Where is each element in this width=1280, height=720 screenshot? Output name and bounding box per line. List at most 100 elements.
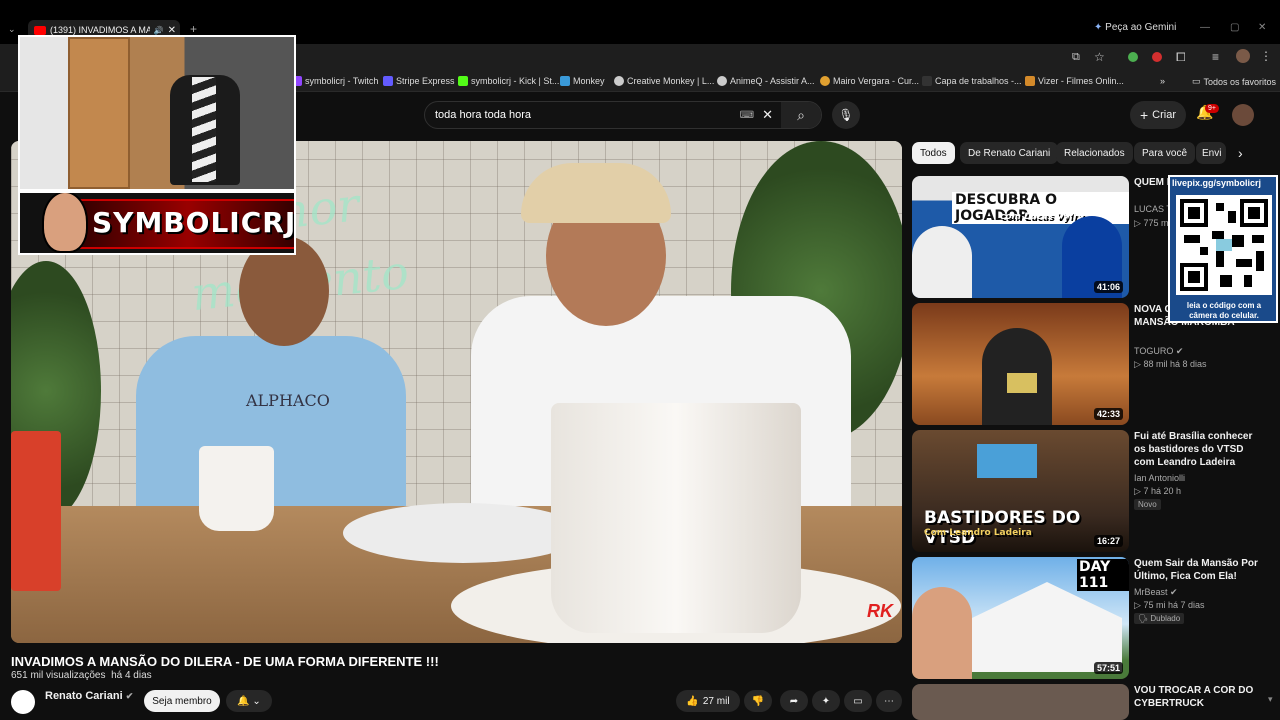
vizer-icon bbox=[1025, 76, 1035, 86]
webcam-overlay bbox=[18, 35, 296, 191]
recommendation-item[interactable]: VOU TROCAR A COR DO CYBERTRUCK bbox=[912, 684, 1272, 720]
bookmark-item[interactable]: Mairo Vergara - Cur... bbox=[820, 76, 919, 86]
video-thumbnail[interactable]: DAY 111 57:51 bbox=[912, 557, 1129, 679]
chip-related[interactable]: Relacionados bbox=[1056, 142, 1133, 164]
channel-text: TOGURO bbox=[1134, 346, 1174, 356]
qr-code-graphic bbox=[1180, 199, 1268, 291]
voice-search-button[interactable]: 🎙 bbox=[832, 101, 860, 129]
upload-age: há 7 dias bbox=[1167, 600, 1205, 610]
profile-icon[interactable] bbox=[1236, 49, 1250, 63]
view-count: 775 m bbox=[1143, 218, 1169, 228]
verified-icon: ✔ bbox=[1175, 346, 1184, 356]
play-icon: ▷ bbox=[1134, 218, 1141, 228]
channel-text: MrBeast bbox=[1134, 587, 1168, 597]
extension-red-icon[interactable] bbox=[1152, 52, 1162, 62]
close-tab-icon[interactable]: ✕ bbox=[168, 25, 180, 36]
video-title: INVADIMOS A MANSÃO DO DILERA - DE UMA FO… bbox=[11, 654, 439, 669]
install-icon[interactable]: ⧉ bbox=[1072, 51, 1080, 64]
qr-caption: leia o código com a câmera do celular. bbox=[1186, 301, 1262, 320]
more-bookmarks-icon[interactable]: » bbox=[1160, 76, 1165, 86]
bookmark-item[interactable]: AnimeQ - Assistir A... bbox=[717, 76, 815, 86]
chip-sent[interactable]: Envi bbox=[1196, 142, 1226, 164]
thumbs-down-icon: 👎 bbox=[751, 695, 765, 707]
play-icon: ▷ bbox=[1134, 359, 1141, 369]
bookmark-label: AnimeQ - Assistir A... bbox=[730, 76, 815, 86]
like-count: 27 mil bbox=[702, 695, 730, 707]
recommendation-channel[interactable]: TOGURO ✔ bbox=[1134, 346, 1183, 357]
stripe-icon bbox=[383, 76, 393, 86]
dislike-button[interactable]: 👎 bbox=[744, 690, 772, 712]
napkin-holder bbox=[11, 431, 61, 591]
bookmark-item[interactable]: Monkey bbox=[560, 76, 605, 86]
dubbed-icon: 🗣 bbox=[1138, 614, 1149, 623]
recommendation-channel[interactable]: LUCAS T bbox=[1134, 204, 1172, 214]
close-window-icon[interactable]: ✕ bbox=[1258, 22, 1266, 33]
save-icon: ▭ bbox=[853, 695, 863, 707]
extensions-puzzle-icon[interactable]: ⧠ bbox=[1176, 50, 1186, 65]
gemini-button[interactable]: ✦ Peça ao Gemini bbox=[1094, 22, 1176, 33]
more-actions-button[interactable]: ⋯ bbox=[876, 690, 902, 712]
recommendation-title[interactable]: VOU TROCAR A COR DO CYBERTRUCK bbox=[1134, 684, 1264, 710]
recommendation-channel[interactable]: Ian Antoniolli bbox=[1134, 473, 1185, 483]
save-button[interactable]: ▭ bbox=[844, 690, 872, 712]
bookmark-item[interactable]: Creative Monkey | L... bbox=[614, 76, 714, 86]
recommendation-item[interactable]: DAY 111 57:51 Quem Sair da Mansão Por Úl… bbox=[912, 557, 1272, 681]
keyboard-icon[interactable]: ⌨ bbox=[740, 110, 754, 121]
bookmark-star-icon[interactable]: ☆ bbox=[1094, 50, 1105, 64]
recommendation-stats: ▷ 7 há 20 h bbox=[1134, 486, 1181, 497]
remix-button[interactable]: ✦ bbox=[812, 690, 840, 712]
new-tab-icon[interactable]: + bbox=[190, 22, 197, 36]
duration-badge: 41:06 bbox=[1093, 281, 1123, 293]
account-avatar[interactable] bbox=[1232, 104, 1254, 126]
streamer-banner: SYMBOLICRJ bbox=[18, 191, 296, 255]
bookmark-item[interactable]: Capa de trabalhos -... bbox=[922, 76, 1022, 86]
share-button[interactable]: ➦ bbox=[780, 690, 808, 712]
bookmark-item[interactable]: Stripe Express bbox=[383, 76, 455, 86]
video-thumbnail[interactable]: DESCUBRA O JOGADOR com Lucas Vyfry 41:06 bbox=[912, 176, 1129, 298]
search-input[interactable]: toda hora toda hora bbox=[425, 109, 740, 121]
recommendation-title[interactable]: Quem Sair da Mansão Por Último, Fica Com… bbox=[1134, 557, 1264, 583]
clear-search-icon[interactable]: ✕ bbox=[762, 107, 773, 123]
all-bookmarks-folder[interactable]: ▭ Todos os favoritos bbox=[1192, 76, 1276, 87]
maximize-icon[interactable]: ▢ bbox=[1230, 22, 1239, 33]
bookmark-item[interactable]: symbolicrj - Twitch bbox=[292, 76, 378, 86]
bookmark-item[interactable]: symbolicrj - Kick | St... bbox=[458, 76, 559, 86]
chip-for-you[interactable]: Para você bbox=[1134, 142, 1196, 164]
sparkle-icon: ✦ bbox=[821, 695, 831, 707]
channel-avatar[interactable] bbox=[11, 690, 35, 714]
shirt-logo-text: ALPHACO bbox=[246, 391, 330, 410]
channel-name[interactable]: Renato Cariani ✔ bbox=[45, 690, 133, 702]
create-label: Criar bbox=[1152, 109, 1177, 121]
scroll-down-icon[interactable]: ▾ bbox=[1268, 694, 1273, 705]
chip-channel[interactable]: De Renato Cariani bbox=[960, 142, 1059, 164]
chip-all[interactable]: Todos bbox=[912, 142, 955, 164]
search-button[interactable]: ⌕ bbox=[781, 102, 821, 128]
minimize-icon[interactable]: — bbox=[1200, 22, 1210, 33]
bookmark-item[interactable]: Vizer - Filmes Onlin... bbox=[1025, 76, 1124, 86]
extension-green-icon[interactable] bbox=[1128, 52, 1138, 62]
join-button[interactable]: Seja membro bbox=[144, 690, 220, 712]
play-icon: ▷ bbox=[1134, 486, 1141, 496]
like-button[interactable]: 👍 27 mil bbox=[676, 690, 740, 712]
media-control-icon[interactable]: ≡ bbox=[1212, 50, 1219, 64]
bookmark-label: Monkey bbox=[573, 76, 605, 86]
video-thumbnail[interactable]: BASTIDORES DO VTSD Com Leandro Ladeira 1… bbox=[912, 430, 1129, 552]
recommendation-channel[interactable]: MrBeast ✔ bbox=[1134, 587, 1178, 598]
dubbed-label: Dublado bbox=[1150, 614, 1181, 623]
view-count: 651 mil visualizações bbox=[11, 670, 106, 681]
chevron-right-icon[interactable]: › bbox=[1238, 145, 1243, 161]
recommendation-item[interactable]: BASTIDORES DO VTSD Com Leandro Ladeira 1… bbox=[912, 430, 1272, 554]
more-icon: ⋯ bbox=[884, 695, 894, 707]
menu-kebab-icon[interactable]: ⋮ bbox=[1260, 49, 1272, 63]
create-button[interactable]: + Criar bbox=[1130, 101, 1186, 129]
recommendation-title[interactable]: Fui até Brasília conhecer os bastidores … bbox=[1134, 430, 1264, 469]
tab-list-icon[interactable]: ⌄ bbox=[8, 24, 16, 35]
video-thumbnail[interactable]: 42:33 bbox=[912, 303, 1129, 425]
video-thumbnail[interactable] bbox=[912, 684, 1129, 720]
recommendation-stats: ▷ 88 mil há 8 dias bbox=[1134, 359, 1207, 370]
bell-subscribe-button[interactable]: 🔔 ⌄ bbox=[226, 690, 272, 712]
person-figure bbox=[912, 587, 972, 679]
channel-name-text: Renato Cariani bbox=[45, 690, 123, 702]
beige-cap bbox=[521, 163, 671, 223]
audio-icon[interactable]: 🔊 bbox=[154, 26, 164, 35]
